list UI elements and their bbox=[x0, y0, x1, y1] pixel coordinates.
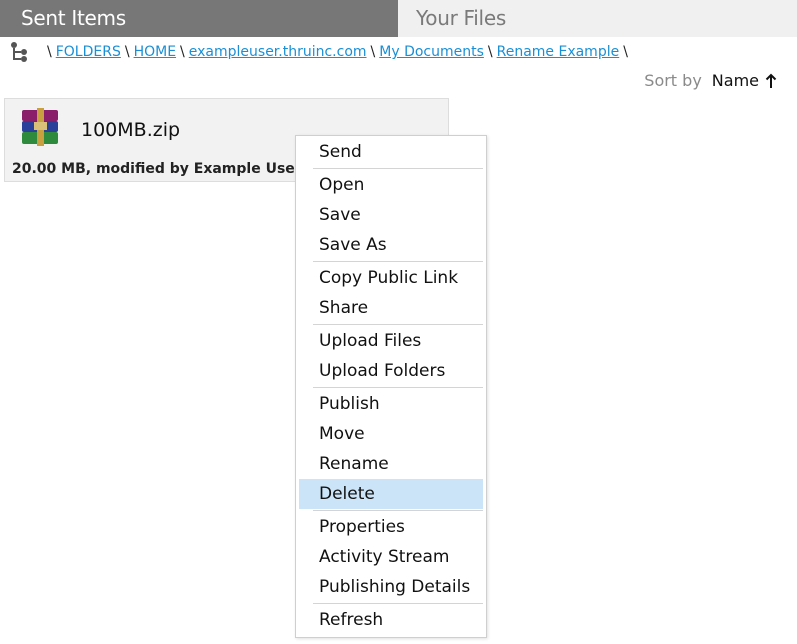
breadcrumb-separator: \ bbox=[47, 44, 52, 60]
breadcrumb-folders[interactable]: FOLDERS bbox=[56, 44, 121, 60]
menu-divider bbox=[313, 387, 483, 388]
folder-tree-icon[interactable] bbox=[10, 41, 30, 63]
archive-icon bbox=[22, 108, 58, 146]
menu-item-move[interactable]: Move bbox=[299, 419, 483, 449]
menu-item-upload-folders[interactable]: Upload Folders bbox=[299, 356, 483, 386]
menu-item-publishing-details[interactable]: Publishing Details bbox=[299, 572, 483, 602]
breadcrumb: \ FOLDERS \ HOME \ exampleuser.thruinc.c… bbox=[10, 41, 632, 63]
file-name[interactable]: 100MB.zip bbox=[81, 119, 180, 141]
breadcrumb-separator: \ bbox=[623, 44, 628, 60]
menu-item-save-as[interactable]: Save As bbox=[299, 230, 483, 260]
tab-sent-items[interactable]: Sent Items bbox=[0, 0, 398, 37]
menu-item-publish[interactable]: Publish bbox=[299, 389, 483, 419]
breadcrumb-my-documents[interactable]: My Documents bbox=[379, 44, 484, 60]
menu-item-open[interactable]: Open bbox=[299, 170, 483, 200]
menu-divider bbox=[313, 510, 483, 511]
breadcrumb-home[interactable]: HOME bbox=[134, 44, 176, 60]
menu-divider bbox=[313, 603, 483, 604]
menu-item-send[interactable]: Send bbox=[299, 137, 483, 167]
menu-item-rename[interactable]: Rename bbox=[299, 449, 483, 479]
arrow-up-icon[interactable] bbox=[765, 73, 777, 89]
menu-item-save[interactable]: Save bbox=[299, 200, 483, 230]
breadcrumb-separator: \ bbox=[487, 44, 493, 60]
breadcrumb-rename-example[interactable]: Rename Example bbox=[497, 44, 620, 60]
sort-by-name-button[interactable]: Name bbox=[712, 71, 759, 90]
menu-item-activity-stream[interactable]: Activity Stream bbox=[299, 542, 483, 572]
menu-item-properties[interactable]: Properties bbox=[299, 512, 483, 542]
menu-item-share[interactable]: Share bbox=[299, 293, 483, 323]
file-meta: 20.00 MB, modified by Example User on bbox=[12, 161, 327, 177]
menu-item-copy-public-link[interactable]: Copy Public Link bbox=[299, 263, 483, 293]
sort-control: Sort by Name bbox=[644, 71, 777, 90]
breadcrumb-separator: \ bbox=[180, 44, 185, 60]
menu-item-refresh[interactable]: Refresh bbox=[299, 605, 483, 635]
menu-item-delete[interactable]: Delete bbox=[299, 479, 483, 509]
tab-your-files[interactable]: Your Files bbox=[398, 0, 797, 37]
menu-divider bbox=[313, 168, 483, 169]
breadcrumb-separator: \ bbox=[124, 44, 130, 60]
menu-item-upload-files[interactable]: Upload Files bbox=[299, 326, 483, 356]
sort-label: Sort by bbox=[644, 71, 702, 90]
tab-bar: Sent Items Your Files bbox=[0, 0, 797, 37]
menu-divider bbox=[313, 261, 483, 262]
breadcrumb-domain[interactable]: exampleuser.thruinc.com bbox=[189, 44, 367, 60]
menu-divider bbox=[313, 324, 483, 325]
context-menu: Send Open Save Save As Copy Public Link … bbox=[295, 135, 487, 638]
breadcrumb-separator: \ bbox=[370, 44, 376, 60]
